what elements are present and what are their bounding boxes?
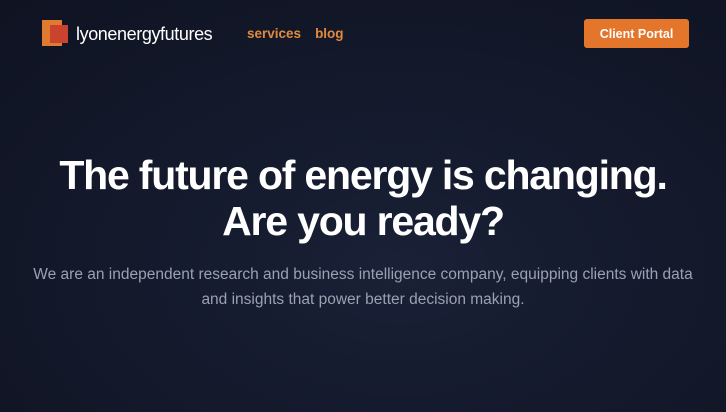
hero-section: The future of energy is changing. Are yo… [0, 152, 726, 312]
hero-headline: The future of energy is changing. Are yo… [0, 152, 726, 244]
main-nav: services blog [247, 26, 344, 41]
logo-square-front [50, 25, 68, 43]
brand-name: lyonenergyfutures [76, 23, 213, 44]
logo-link[interactable]: lyonenergyfutures [42, 20, 213, 48]
site-header: lyonenergyfutures services blog Client P… [0, 0, 726, 68]
nav-item-services[interactable]: services [247, 26, 301, 41]
hero-subtext: We are an independent research and busin… [33, 266, 693, 308]
hero-headline-line-2: Are you ready? [222, 198, 505, 244]
logo-icon [42, 20, 70, 48]
nav-item-blog[interactable]: blog [315, 26, 344, 41]
hero-headline-line-1: The future of energy is changing. [59, 152, 668, 198]
client-portal-button[interactable]: Client Portal [584, 19, 689, 48]
